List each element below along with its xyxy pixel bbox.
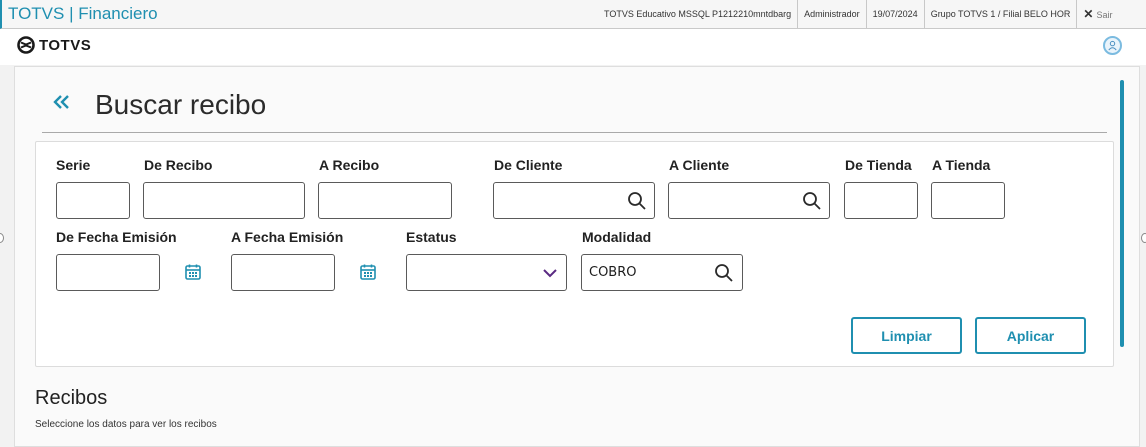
environment-label: TOTVS Educativo MSSQL P1212210mntdbarg (604, 9, 792, 19)
vertical-scrollbar[interactable] (1120, 80, 1124, 347)
a-fecha-input[interactable] (231, 254, 335, 291)
a-cliente-label: A Cliente (669, 157, 730, 173)
exit-button[interactable]: ✕ Sair (1076, 0, 1118, 28)
de-tienda-label: De Tienda (845, 157, 912, 173)
calendar-icon[interactable] (359, 263, 377, 281)
de-tienda-input[interactable] (844, 182, 918, 219)
de-cliente-label: De Cliente (494, 157, 563, 173)
totvs-logo: TOTVS (17, 36, 91, 54)
de-cliente-input[interactable] (493, 182, 655, 219)
modalidad-value: COBRO (589, 265, 637, 280)
double-chevron-left-icon (53, 95, 69, 109)
close-icon: ✕ (1083, 7, 1094, 21)
de-recibo-input[interactable] (143, 182, 305, 219)
calendar-icon[interactable] (184, 263, 202, 281)
a-recibo-label: A Recibo (319, 157, 380, 173)
back-button[interactable] (52, 91, 74, 117)
serie-input[interactable] (56, 182, 130, 219)
de-recibo-label: De Recibo (144, 157, 213, 173)
title-divider (42, 132, 1107, 133)
a-recibo-input[interactable] (318, 182, 452, 219)
results-subtitle: Seleccione los datos para ver los recibo… (35, 419, 217, 430)
right-resize-handle[interactable] (1141, 233, 1146, 243)
modalidad-input[interactable]: COBRO (581, 254, 743, 291)
a-fecha-label: A Fecha Emisión (231, 229, 344, 245)
de-fecha-input[interactable] (56, 254, 160, 291)
results-title: Recibos (35, 387, 108, 409)
search-icon[interactable] (802, 191, 822, 211)
user-avatar-icon[interactable] (1103, 36, 1122, 55)
page-title: Buscar recibo (95, 89, 267, 120)
brand-name: TOTVS (39, 36, 92, 54)
window-titlebar: TOTVS | Financiero TOTVS Educativo MSSQL… (0, 0, 1146, 29)
exit-label: Sair (1096, 10, 1113, 20)
search-icon[interactable] (627, 191, 647, 211)
search-icon[interactable] (714, 263, 734, 283)
chevron-down-icon (543, 269, 557, 278)
a-cliente-input[interactable] (668, 182, 830, 219)
modalidad-label: Modalidad (582, 229, 652, 245)
serie-label: Serie (56, 157, 91, 173)
date-label: 19/07/2024 (865, 0, 924, 28)
a-tienda-input[interactable] (931, 182, 1005, 219)
clear-button[interactable]: Limpiar (851, 317, 962, 354)
estatus-label: Estatus (406, 229, 457, 245)
estatus-select[interactable] (406, 254, 567, 291)
user-label: Administrador (797, 0, 866, 28)
left-resize-handle[interactable] (0, 233, 4, 243)
branch-label[interactable]: Grupo TOTVS 1 / Filial BELO HOR (923, 0, 1077, 28)
a-tienda-label: A Tienda (932, 157, 991, 173)
session-info: TOTVS Educativo MSSQL P1212210mntdbarg A… (598, 0, 1118, 28)
app-title: TOTVS | Financiero (8, 4, 158, 23)
totvs-logo-icon (17, 36, 35, 54)
de-fecha-label: De Fecha Emisión (56, 229, 177, 245)
apply-button[interactable]: Aplicar (975, 317, 1086, 354)
app-header: TOTVS (0, 29, 1146, 65)
